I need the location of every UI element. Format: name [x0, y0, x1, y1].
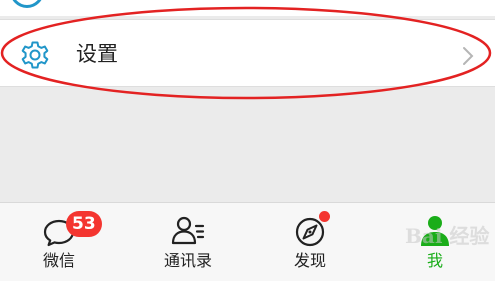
top-section-strip [0, 0, 495, 16]
chevron-right-icon [463, 47, 474, 65]
person-icon [421, 216, 449, 246]
tab-label-contacts: 通讯录 [163, 251, 212, 270]
tab-discover[interactable]: 发现 [270, 203, 350, 281]
settings-label: 设置 [76, 42, 118, 66]
tab-label-discover: 发现 [293, 251, 326, 270]
settings-row[interactable]: 设置 [0, 19, 495, 87]
tab-me[interactable]: 我 [395, 203, 475, 281]
bottom-tab-bar: 53 微信 通讯录 发现 我 [0, 202, 495, 281]
unread-badge: 53 [66, 211, 102, 237]
new-content-dot [319, 211, 330, 222]
tab-chats[interactable]: 53 微信 [19, 203, 102, 281]
gear-icon [21, 41, 49, 69]
tab-contacts[interactable]: 通讯录 [148, 203, 228, 281]
tab-label-me: 我 [426, 251, 443, 270]
avatar[interactable] [10, 0, 44, 8]
tab-label-chats: 微信 [42, 251, 75, 270]
contacts-icon [171, 216, 205, 245]
